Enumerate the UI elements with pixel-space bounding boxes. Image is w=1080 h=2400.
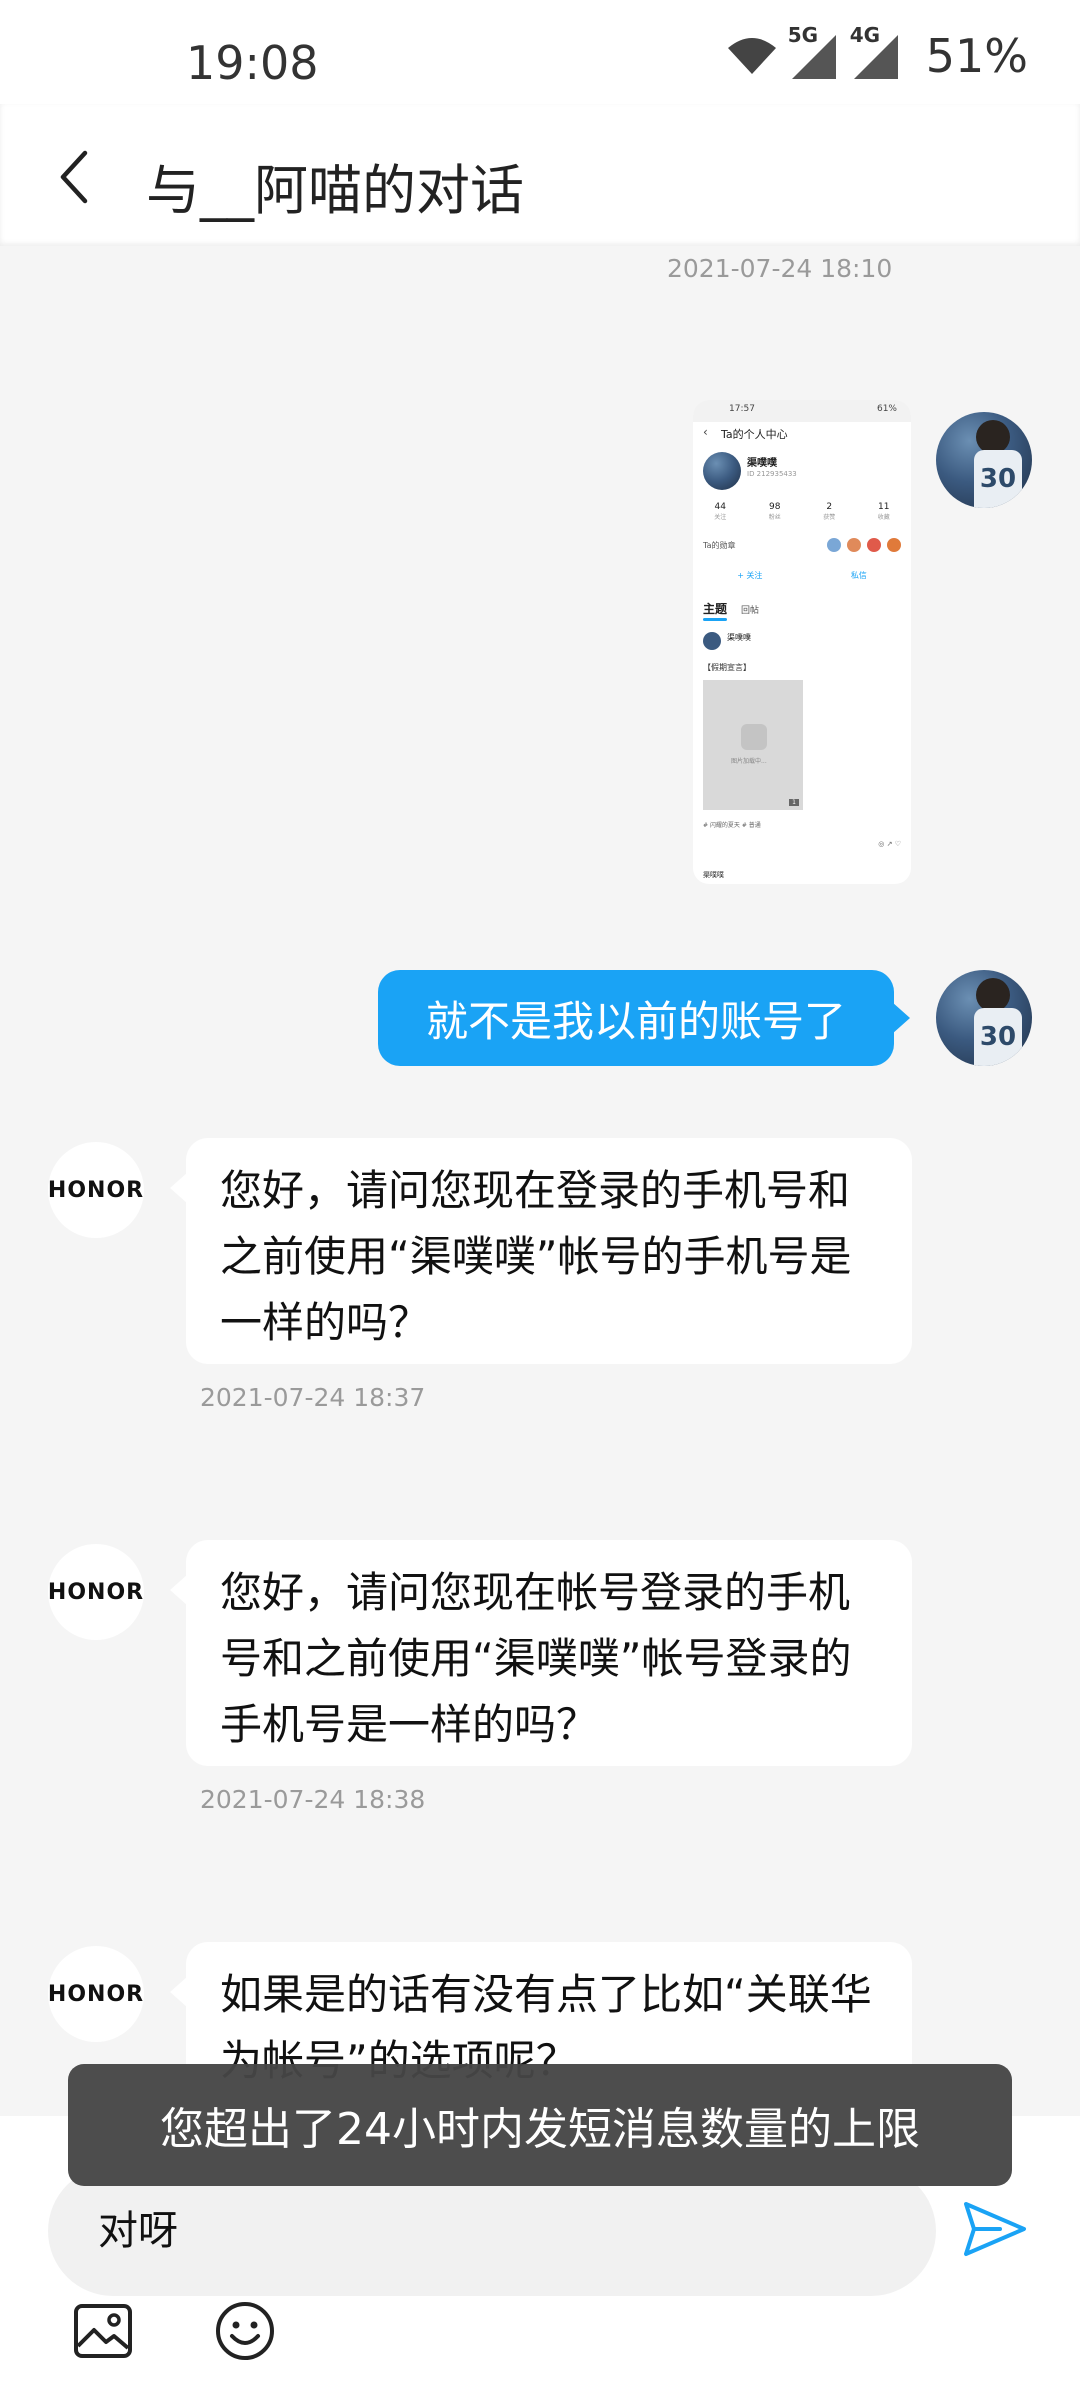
message-timestamp: 2021-07-24 18:37 [200, 1383, 426, 1412]
signal-5g-icon: 5G [788, 23, 840, 81]
signal-4g-icon: 4G [850, 23, 902, 81]
wifi-icon [727, 38, 776, 74]
thumb-badge-icons [827, 538, 901, 552]
outgoing-message[interactable]: 就不是我以前的账号了 [378, 970, 910, 1066]
emoji-icon [216, 2302, 274, 2360]
rate-limit-toast: 您超出了24小时内发短消息数量的上限 [68, 2064, 1012, 2186]
thumb-image-placeholder: 图片加载中... 1 [703, 680, 803, 810]
send-button[interactable] [960, 2194, 1030, 2264]
thumb-name: 渠噗噗 [747, 458, 777, 469]
thumb-badges-label: Ta的勋章 [703, 541, 736, 550]
incoming-message[interactable]: 您好，请问您现在帐号登录的手机号和之前使用“渠噗噗”帐号登录的手机号是一样的吗？ [170, 1540, 912, 1766]
thumb-avatar [703, 452, 741, 490]
thumb-back-icon: ‹ [703, 425, 708, 439]
message-timestamp: 2021-07-24 18:38 [200, 1785, 426, 1814]
image-message[interactable]: 17:57 61% ‹ Ta的个人中心 渠噗噗 ID 212935433 44 关… [693, 400, 911, 884]
thumb-action-icons: ◎ ↗ ♡ [878, 840, 901, 848]
my-avatar[interactable]: 30 [936, 412, 1032, 508]
thumb-actions: + 关注 私信 [737, 571, 867, 580]
image-icon [74, 2304, 132, 2358]
honor-avatar[interactable]: HONOR [48, 1142, 144, 1238]
incoming-message[interactable]: 您好，请问您现在登录的手机号和之前使用“渠噗噗”帐号的手机号是一样的吗？ [170, 1138, 912, 1364]
image-placeholder-icon [741, 724, 767, 750]
conversation-title: 与__阿喵的对话 [146, 159, 524, 222]
thumb-tabs: 主题 回帖 [703, 602, 760, 616]
emoji-picker-button[interactable] [210, 2296, 280, 2366]
honor-avatar[interactable]: HONOR [48, 1946, 144, 2042]
thumb-status-bar: 17:57 61% [693, 400, 911, 422]
status-time: 19:08 [186, 36, 319, 90]
status-bar: 19:08 5G 4G 51% [0, 0, 1080, 104]
honor-avatar[interactable]: HONOR [48, 1544, 144, 1640]
my-avatar[interactable]: 30 [936, 970, 1032, 1066]
status-icons: 5G 4G 51% [726, 23, 1028, 83]
conversation-header: 与__阿喵的对话 [0, 104, 1080, 246]
message-list[interactable]: 2021-07-24 18:10 17:57 61% ‹ Ta的个人中心 渠噗噗… [0, 246, 1080, 2116]
thumb-id: ID 212935433 [747, 470, 797, 478]
message-timestamp: 2021-07-24 18:10 [667, 254, 893, 283]
battery-level: 51% [925, 29, 1028, 83]
thumb-stats: 44 关注 98 粉丝 2 获赞 11 收藏 [714, 502, 890, 521]
back-button[interactable] [40, 142, 110, 212]
thumb-title: Ta的个人中心 [721, 428, 788, 441]
send-icon [964, 2202, 1026, 2256]
chevron-left-icon [60, 150, 88, 204]
image-picker-button[interactable] [68, 2296, 138, 2366]
